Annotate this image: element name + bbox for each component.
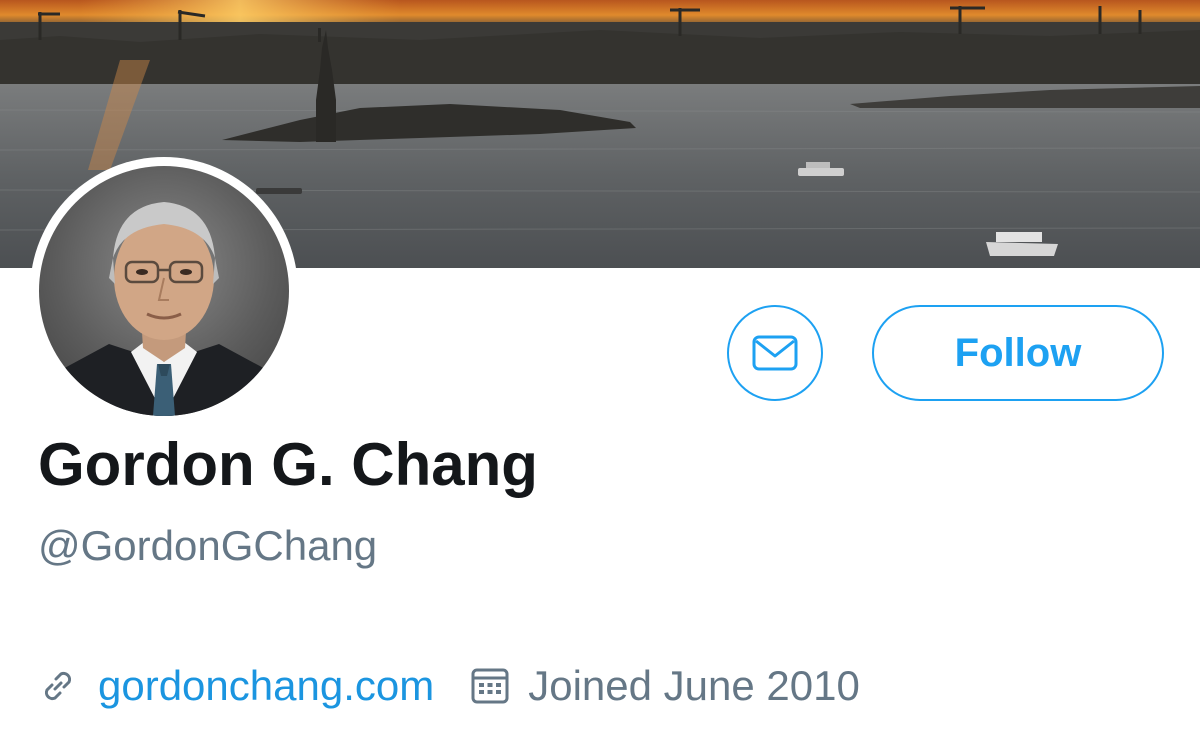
follow-button-label: Follow	[954, 330, 1082, 375]
profile-handle: @GordonGChang	[38, 522, 378, 569]
message-button[interactable]	[727, 305, 823, 401]
avatar-photo	[39, 166, 289, 416]
calendar-icon	[470, 666, 510, 706]
profile-avatar[interactable]	[30, 157, 298, 425]
profile-page: Follow Gordon G. Chang @GordonGChang gor…	[0, 0, 1200, 741]
follow-button[interactable]: Follow	[872, 305, 1164, 401]
profile-joined-date: Joined June 2010	[528, 662, 860, 709]
envelope-icon	[752, 335, 798, 371]
profile-website-link[interactable]: gordonchang.com	[98, 662, 434, 710]
profile-display-name: Gordon G. Chang	[38, 431, 538, 498]
profile-meta-row: gordonchang.com Joined June 2010	[38, 658, 860, 714]
link-icon	[38, 666, 78, 706]
